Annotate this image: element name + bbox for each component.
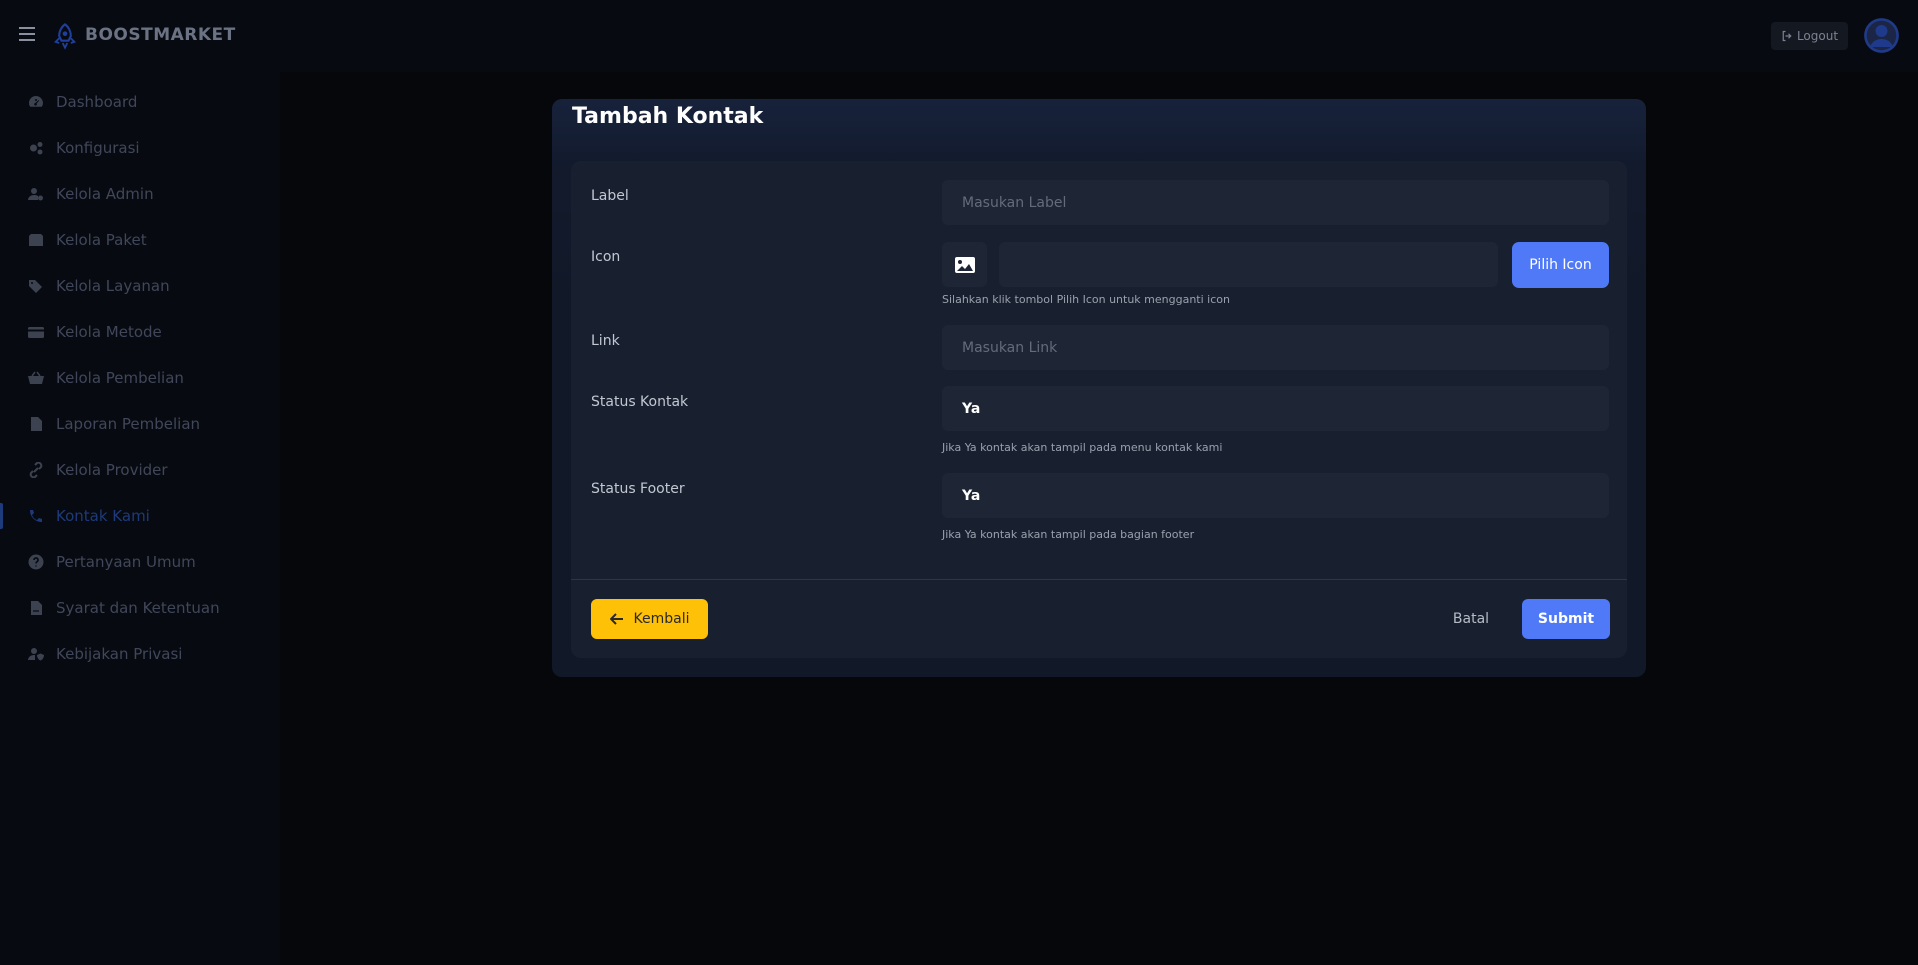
- sidebar-item-laporan-pembelian[interactable]: Laporan Pembelian: [0, 407, 280, 441]
- status-footer-select[interactable]: Ya: [942, 473, 1609, 518]
- sidebar: Dashboard Konfigurasi Kelola Admin Kelol…: [0, 72, 280, 965]
- label-input[interactable]: Masukan Label: [942, 180, 1609, 225]
- status-kontak-label: Status Kontak: [591, 394, 689, 410]
- user-gear-icon: [27, 186, 45, 202]
- menu-icon[interactable]: [19, 27, 35, 41]
- sidebar-item-kelola-pembelian[interactable]: Kelola Pembelian: [0, 361, 280, 395]
- brand-name[interactable]: BOOSTMARKET: [85, 25, 236, 45]
- sidebar-item-kelola-provider[interactable]: Kelola Provider: [0, 453, 280, 487]
- submit-button[interactable]: Submit: [1522, 599, 1610, 639]
- sidebar-item-dashboard[interactable]: Dashboard: [0, 85, 280, 119]
- file-contract-icon: [27, 600, 45, 616]
- sidebar-item-label: Kelola Metode: [56, 323, 162, 341]
- modal-title: Tambah Kontak: [572, 104, 764, 129]
- sidebar-item-label: Konfigurasi: [56, 139, 140, 157]
- logout-button[interactable]: Logout: [1771, 22, 1848, 50]
- user-shield-icon: [27, 646, 45, 662]
- status-kontak-select[interactable]: Ya: [942, 386, 1609, 431]
- contact-form: Label Masukan Label Icon Pilih Icon Sila…: [571, 161, 1627, 658]
- sidebar-item-label: Kelola Admin: [56, 185, 154, 203]
- question-icon: [27, 554, 45, 570]
- back-button[interactable]: Kembali: [591, 599, 708, 639]
- sidebar-item-syarat-dan-ketentuan[interactable]: Syarat dan Ketentuan: [0, 591, 280, 625]
- logout-label: Logout: [1796, 29, 1839, 43]
- image-icon: [954, 256, 975, 273]
- status-footer-label: Status Footer: [591, 481, 685, 497]
- rocket-logo-icon: [53, 23, 77, 50]
- sidebar-item-kelola-layanan[interactable]: Kelola Layanan: [0, 269, 280, 303]
- form-divider: [571, 579, 1627, 580]
- sidebar-item-label: Pertanyaan Umum: [56, 553, 196, 571]
- sidebar-item-label: Laporan Pembelian: [56, 415, 201, 433]
- dashboard-icon: [27, 94, 45, 110]
- sidebar-item-label: Dashboard: [56, 93, 138, 111]
- sidebar-item-label: Kebijakan Privasi: [56, 645, 183, 663]
- sidebar-item-kelola-paket[interactable]: Kelola Paket: [0, 223, 280, 257]
- file-icon: [27, 416, 45, 432]
- sidebar-item-label: Kelola Provider: [56, 461, 168, 479]
- link-field-label: Link: [591, 333, 620, 349]
- back-button-label: Kembali: [633, 611, 690, 627]
- sidebar-item-kebijakan-privasi[interactable]: Kebijakan Privasi: [0, 637, 280, 671]
- sidebar-item-label: Syarat dan Ketentuan: [56, 599, 220, 617]
- box-icon: [27, 232, 45, 248]
- link-icon: [27, 462, 45, 478]
- top-bar: BOOSTMARKET Logout: [0, 0, 1918, 72]
- gears-icon: [27, 140, 45, 156]
- sidebar-item-label: Kelola Pembelian: [56, 369, 184, 387]
- phone-icon: [27, 508, 45, 524]
- status-footer-help-text: Jika Ya kontak akan tampil pada bagian f…: [942, 528, 1195, 541]
- cancel-button[interactable]: Batal: [1446, 599, 1496, 639]
- sidebar-item-label: Kelola Layanan: [56, 277, 170, 295]
- sidebar-item-konfigurasi[interactable]: Konfigurasi: [0, 131, 280, 165]
- status-kontak-help-text: Jika Ya kontak akan tampil pada menu kon…: [942, 441, 1223, 454]
- sidebar-item-kelola-admin[interactable]: Kelola Admin: [0, 177, 280, 211]
- basket-icon: [27, 370, 45, 386]
- sidebar-item-pertanyaan-umum[interactable]: Pertanyaan Umum: [0, 545, 280, 579]
- avatar[interactable]: [1864, 18, 1899, 53]
- icon-preview: [942, 242, 987, 287]
- add-contact-modal: Tambah Kontak Label Masukan Label Icon P…: [552, 99, 1646, 677]
- label-field-label: Label: [591, 188, 629, 204]
- icon-field-label: Icon: [591, 249, 621, 265]
- sidebar-item-kelola-metode[interactable]: Kelola Metode: [0, 315, 280, 349]
- sidebar-item-label: Kontak Kami: [56, 507, 150, 525]
- sidebar-item-kontak-kami[interactable]: Kontak Kami: [0, 499, 280, 533]
- icon-input[interactable]: [999, 242, 1498, 287]
- icon-help-text: Silahkan klik tombol Pilih Icon untuk me…: [942, 293, 1230, 306]
- link-input[interactable]: Masukan Link: [942, 325, 1609, 370]
- tags-icon: [27, 278, 45, 294]
- credit-card-icon: [27, 324, 45, 340]
- arrow-left-icon: [609, 613, 623, 625]
- choose-icon-button[interactable]: Pilih Icon: [1512, 242, 1609, 288]
- sidebar-item-label: Kelola Paket: [56, 231, 147, 249]
- sign-out-icon: [1782, 30, 1792, 42]
- user-avatar-icon: [1864, 18, 1899, 53]
